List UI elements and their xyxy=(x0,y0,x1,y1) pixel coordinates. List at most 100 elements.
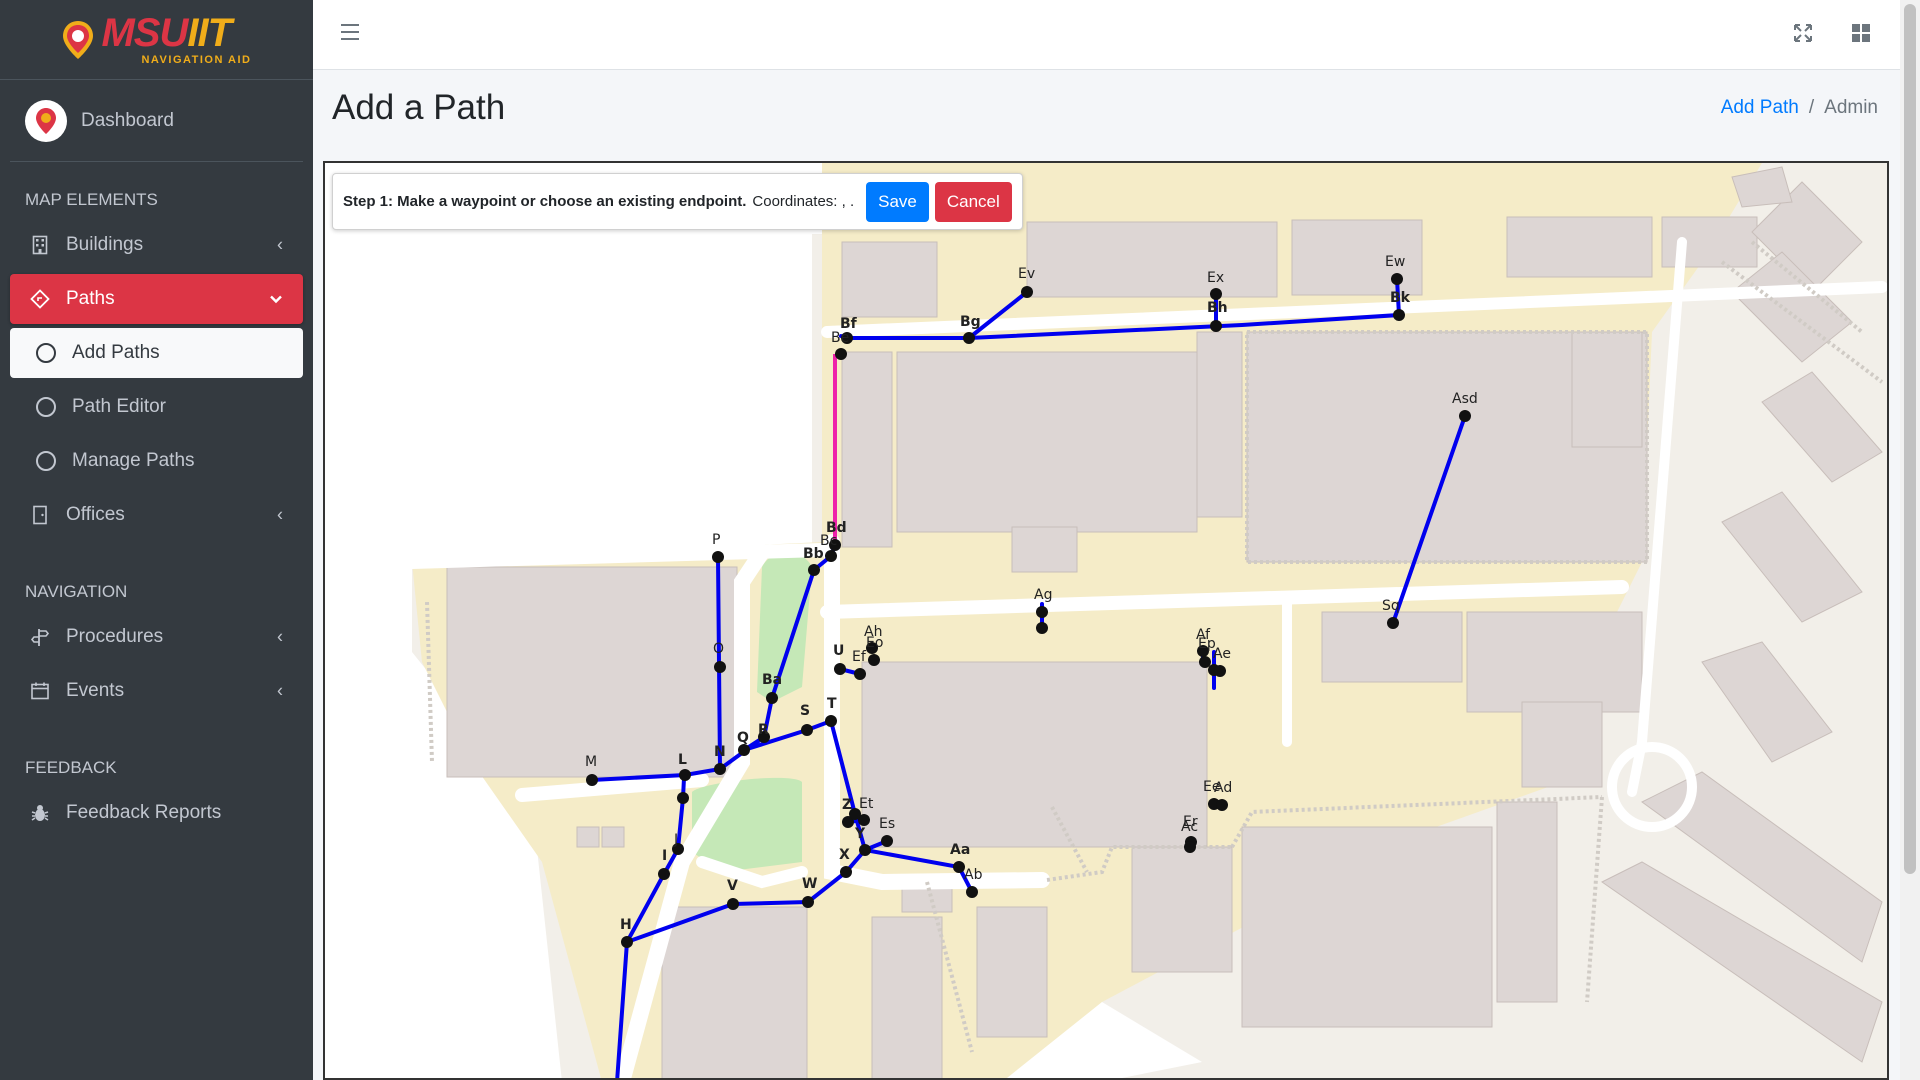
sidebar-item-label: Buildings xyxy=(66,234,144,255)
sidebar-item-buildings[interactable]: Buildings ‹ xyxy=(10,220,303,270)
node-label: Ex xyxy=(1207,270,1224,286)
map-svg[interactable]: Ev Ex Ew Bf Bg Bh Bk Be Asd Bd Bc Bb P A… xyxy=(325,163,1889,1080)
node-label: I xyxy=(662,848,667,864)
chevron-left-icon: ‹ xyxy=(277,504,283,525)
calendar-icon xyxy=(30,681,50,701)
node-label: Es xyxy=(879,816,895,832)
brand-subtitle: NAVIGATION AID xyxy=(141,54,252,66)
door-icon xyxy=(30,505,50,525)
node-label: Er xyxy=(1183,814,1198,830)
save-button[interactable]: Save xyxy=(866,181,929,222)
sidebar-item-events[interactable]: Events ‹ xyxy=(10,666,303,716)
chevron-down-icon xyxy=(269,289,283,310)
node-label: W xyxy=(802,876,817,892)
sidebar-item-label: Feedback Reports xyxy=(66,802,222,823)
node-label: Sq xyxy=(1382,598,1400,614)
node-label: Z xyxy=(842,797,852,813)
node-label: N xyxy=(714,744,726,760)
cancel-button[interactable]: Cancel xyxy=(934,181,1012,222)
dashboard-link[interactable]: Dashboard xyxy=(81,110,174,132)
route-icon xyxy=(30,289,50,309)
breadcrumb-link-add-path[interactable]: Add Path xyxy=(1721,97,1799,119)
node-label: Ew xyxy=(1385,254,1405,270)
node-label: Bg xyxy=(960,314,981,330)
sidebar-item-path-editor[interactable]: Path Editor xyxy=(10,382,303,432)
map-pin-logo-icon xyxy=(61,20,95,60)
node-label: Et xyxy=(859,796,874,812)
sidebar-item-add-paths[interactable]: Add Paths xyxy=(10,328,303,378)
brand-name-2: IIT xyxy=(187,11,232,55)
node-label: Ag xyxy=(1034,587,1052,603)
node-label: H xyxy=(620,917,632,933)
avatar xyxy=(25,99,67,142)
node-label: R xyxy=(758,722,769,738)
node-label: Aa xyxy=(950,842,970,858)
chevron-left-icon: ‹ xyxy=(277,234,283,255)
sidebar-item-paths[interactable]: Paths xyxy=(10,274,303,324)
coordinates-readout: Coordinates: , . xyxy=(752,193,855,210)
step-instruction-panel: Step 1: Make a waypoint or choose an exi… xyxy=(332,173,1023,230)
node-label: Y xyxy=(854,826,866,842)
node-label: Ae xyxy=(1213,646,1231,662)
user-panel[interactable]: Dashboard xyxy=(10,80,303,162)
node-label: Bh xyxy=(1207,300,1228,316)
sidebar-item-label: Offices xyxy=(66,504,125,525)
circle-icon xyxy=(36,343,56,363)
node-label: Ab xyxy=(964,867,983,883)
circle-icon xyxy=(36,397,56,417)
node-label: Ba xyxy=(762,672,782,688)
sidebar-item-feedback-reports[interactable]: Feedback Reports xyxy=(10,788,303,838)
brand-name-1: MSU xyxy=(101,11,188,55)
node-label: Be xyxy=(831,330,849,346)
breadcrumb-separator: / xyxy=(1808,97,1815,118)
signpost-icon xyxy=(30,627,50,647)
expand-icon[interactable] xyxy=(1792,22,1814,44)
nav-header-map-elements: MAP ELEMENTS xyxy=(25,190,158,209)
breadcrumb: Add Path / Admin xyxy=(1721,97,1878,119)
grid-icon[interactable] xyxy=(1850,22,1872,44)
bug-icon xyxy=(30,803,50,823)
node-label: Q xyxy=(737,730,749,746)
node-label: S xyxy=(800,703,810,719)
page-title: Add a Path xyxy=(332,88,506,127)
node-label: O xyxy=(713,641,724,657)
sidebar-item-procedures[interactable]: Procedures ‹ xyxy=(10,612,303,662)
sidebar-item-label: Manage Paths xyxy=(72,450,195,471)
sidebar-item-label: Add Paths xyxy=(72,342,160,363)
node-label: Ee xyxy=(1203,779,1220,795)
node-label: X xyxy=(839,847,850,863)
node-label: Bb xyxy=(803,546,824,562)
node-label: M xyxy=(585,754,597,770)
chevron-left-icon: ‹ xyxy=(277,626,283,647)
nav-header-feedback: FEEDBACK xyxy=(25,758,117,777)
node-label: T xyxy=(827,696,837,712)
node-label: Eo xyxy=(866,635,883,651)
page-scrollbar[interactable] xyxy=(1900,0,1920,1080)
top-navbar xyxy=(313,0,1900,70)
brand-logo[interactable]: MSUIIT NAVIGATION AID xyxy=(0,0,313,80)
node-label: L xyxy=(678,752,687,768)
circle-icon xyxy=(36,451,56,471)
sidebar-item-offices[interactable]: Offices ‹ xyxy=(10,490,303,540)
scrollbar-thumb[interactable] xyxy=(1904,4,1916,874)
sidebar-item-manage-paths[interactable]: Manage Paths xyxy=(10,436,303,486)
sidebar-item-label: Path Editor xyxy=(72,396,166,417)
nav-header-navigation: NAVIGATION xyxy=(25,582,128,601)
step-instruction-text: Step 1: Make a waypoint or choose an exi… xyxy=(343,193,747,210)
node-label: Ev xyxy=(1018,266,1035,282)
sidebar: MSUIIT NAVIGATION AID Dashboard MAP ELEM… xyxy=(0,0,313,1080)
chevron-left-icon: ‹ xyxy=(277,680,283,701)
node-label: P xyxy=(712,532,720,548)
sidebar-item-label: Procedures xyxy=(66,626,164,647)
node-label: Ef xyxy=(852,649,867,665)
node-label: Bk xyxy=(1390,290,1411,306)
node-label: V xyxy=(727,878,738,894)
building-icon xyxy=(30,235,50,255)
map-canvas[interactable]: Ev Ex Ew Bf Bg Bh Bk Be Asd Bd Bc Bb P A… xyxy=(323,161,1889,1080)
node-label: Asd xyxy=(1452,391,1478,407)
sidebar-item-label: Events xyxy=(66,680,125,701)
sidebar-item-label: Paths xyxy=(66,288,115,309)
menu-icon[interactable] xyxy=(341,24,359,40)
breadcrumb-current: Admin xyxy=(1824,97,1878,118)
node-label: J xyxy=(673,832,678,848)
